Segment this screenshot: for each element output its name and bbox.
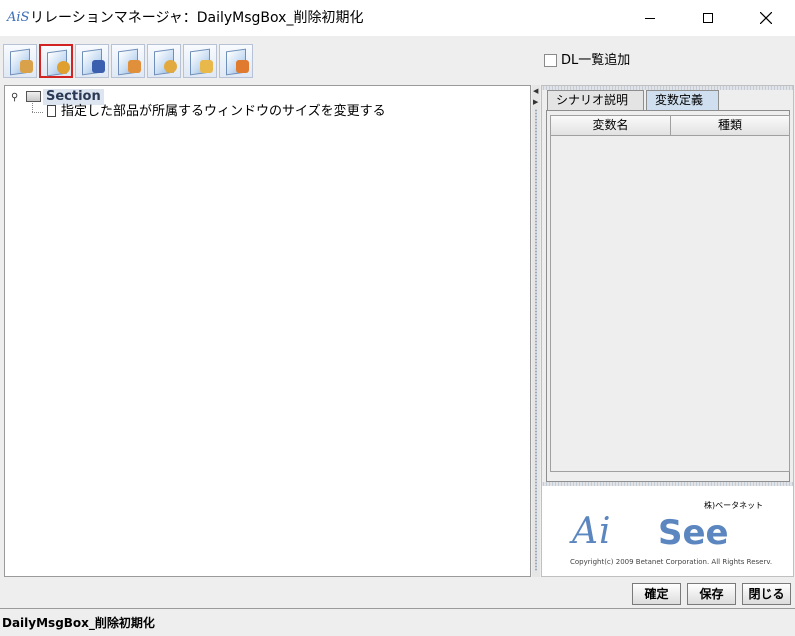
logo-area: 株)ベータネット Ai See Copyright(c) 2009 Betane… — [542, 486, 793, 576]
tree-root-section[interactable]: Section — [43, 89, 104, 105]
status-bar: DailyMsgBox_削除初期化 — [0, 609, 795, 636]
pen-icon — [92, 60, 105, 73]
tool-cut-button[interactable] — [111, 44, 145, 78]
company-name: 株)ベータネット — [704, 501, 764, 510]
dl-add-checkbox[interactable] — [544, 54, 557, 67]
toolbar — [0, 36, 795, 84]
refresh-icon — [164, 60, 177, 73]
minimize-icon — [645, 17, 655, 19]
tree-connector — [32, 103, 33, 112]
tool-refresh-button[interactable] — [147, 44, 181, 78]
tool-paste-button[interactable] — [219, 44, 253, 78]
tab-scenario-description[interactable]: シナリオ説明 — [547, 90, 644, 111]
title-bar: AiS リレーションマネージャ：DailyMsgBox_削除初期化 — [0, 0, 795, 36]
document-icon — [47, 105, 56, 117]
tree-expand-icon[interactable]: ⚲ — [11, 93, 18, 103]
tool-edit-button[interactable] — [3, 44, 37, 78]
status-text: DailyMsgBox_削除初期化 — [2, 616, 155, 630]
scissors-icon — [128, 60, 141, 73]
divider-grip — [535, 109, 537, 571]
tree-item-step[interactable]: 指定した部品が所属するウィンドウのサイズを変更する — [61, 104, 386, 120]
logo-mark: Ai — [572, 511, 612, 552]
collapse-right-icon[interactable]: ▶ — [533, 98, 538, 106]
folder-icon — [26, 91, 41, 102]
confirm-button[interactable]: 確定 — [632, 583, 681, 605]
column-header-type[interactable]: 種類 — [671, 116, 790, 136]
minimize-button[interactable] — [627, 0, 673, 36]
paste-icon — [236, 60, 249, 73]
app-logo-icon: AiS — [7, 10, 30, 25]
close-button[interactable]: 閉じる — [742, 583, 791, 605]
scenario-tree[interactable]: ⚲ Section 指定した部品が所属するウィンドウのサイズを変更する — [4, 85, 531, 577]
tab-content: 変数名 種類 — [546, 110, 790, 482]
tab-variable-definition[interactable]: 変数定義 — [646, 90, 719, 111]
close-window-button[interactable] — [743, 0, 789, 36]
maximize-button[interactable] — [685, 0, 731, 36]
close-icon — [760, 12, 772, 24]
window-title: リレーションマネージャ：DailyMsgBox_削除初期化 — [30, 10, 364, 26]
collapse-left-icon[interactable]: ◀ — [533, 87, 538, 95]
logo-name: See — [658, 513, 729, 553]
column-header-variable-name[interactable]: 変数名 — [551, 116, 671, 136]
tool-pen-button[interactable] — [75, 44, 109, 78]
save-button[interactable]: 保存 — [687, 583, 736, 605]
edit-mark-icon — [20, 60, 33, 73]
gear-icon — [57, 61, 70, 74]
tree-connector — [32, 112, 43, 113]
split-pane-divider[interactable]: ◀ ▶ — [532, 85, 540, 577]
copy-icon — [200, 60, 213, 73]
variable-table[interactable]: 変数名 種類 — [550, 115, 790, 472]
copyright-text: Copyright(c) 2009 Betanet Corporation. A… — [570, 558, 773, 566]
maximize-icon — [703, 13, 713, 23]
tool-settings-button[interactable] — [39, 44, 73, 78]
tool-copy-button[interactable] — [183, 44, 217, 78]
right-panel: シナリオ説明 変数定義 変数名 種類 株)ベータネット Ai See Copyr… — [541, 85, 794, 577]
dl-add-label: DL一覧追加 — [561, 53, 631, 68]
